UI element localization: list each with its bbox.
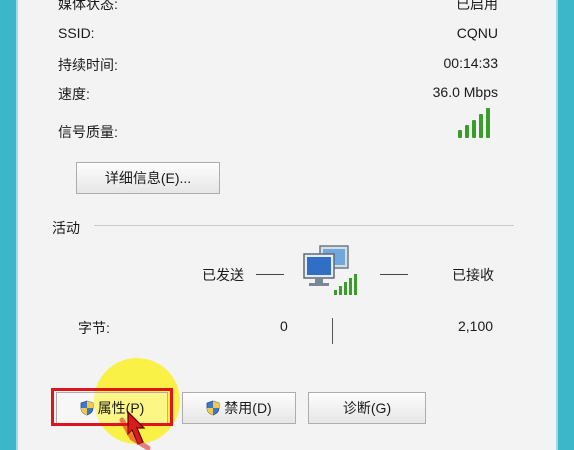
bytes-received-value: 2,100 xyxy=(458,318,494,334)
ssid-value: CQNU xyxy=(456,25,498,41)
activity-divider xyxy=(94,225,514,226)
ssid-row: SSID: CQNU xyxy=(58,25,498,45)
duration-value: 00:14:33 xyxy=(443,55,499,71)
signal-quality-label: 信号质量: xyxy=(58,124,118,140)
network-computer-icon xyxy=(303,245,357,295)
received-label: 已接收 xyxy=(452,267,494,283)
media-state-label: 媒体状态: xyxy=(58,0,118,12)
media-state-value: 已启用 xyxy=(456,0,498,12)
diagnose-button[interactable]: 诊断(G) xyxy=(308,392,426,424)
duration-label: 持续时间: xyxy=(58,57,118,73)
speed-row: 速度: 36.0 Mbps xyxy=(58,84,498,104)
activity-section-title: 活动 xyxy=(52,220,80,236)
bytes-sent-value: 0 xyxy=(280,318,288,334)
details-button[interactable]: 详细信息(E)... xyxy=(76,162,220,194)
window-border-right xyxy=(558,0,574,450)
received-dash xyxy=(380,274,408,275)
uac-shield-icon xyxy=(206,400,220,416)
media-state-row: 媒体状态: 已启用 xyxy=(58,0,498,14)
sent-dash xyxy=(256,274,284,275)
disable-button[interactable]: 禁用(D) xyxy=(182,392,296,424)
bytes-label: 字节: xyxy=(78,320,110,336)
window-border-left xyxy=(0,0,16,450)
sent-label: 已发送 xyxy=(202,267,244,283)
ssid-label: SSID: xyxy=(58,25,95,41)
mouse-pointer-icon xyxy=(119,410,151,450)
speed-value: 36.0 Mbps xyxy=(432,84,498,100)
speed-label: 速度: xyxy=(58,86,90,102)
bytes-divider xyxy=(332,318,333,344)
diagnose-button-label: 诊断(G) xyxy=(342,400,392,416)
details-button-label: 详细信息(E)... xyxy=(104,170,192,186)
properties-highlight-box xyxy=(51,388,173,426)
signal-quality-row: 信号质量: xyxy=(58,122,498,142)
signal-bars-icon xyxy=(458,108,494,138)
duration-row: 持续时间: 00:14:33 xyxy=(58,55,498,75)
disable-button-label: 禁用(D) xyxy=(224,400,272,416)
